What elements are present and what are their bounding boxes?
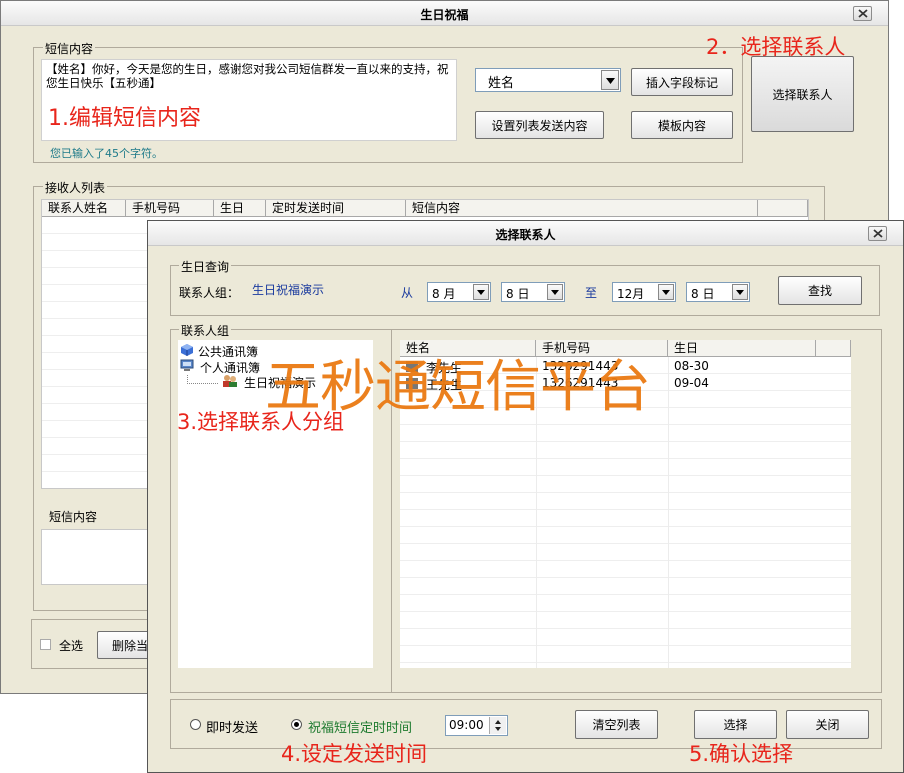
sms-text: 【姓名】你好，今天是您的生日，感谢您对我公司短信群发一直以来的支持，祝您生日快乐… — [46, 62, 449, 90]
select-button[interactable]: 选择 — [694, 710, 777, 739]
chevron-down-icon — [551, 290, 559, 295]
from-month-select[interactable]: 8 月 — [427, 282, 491, 302]
watermark-text: 五秒通短信平台 — [265, 355, 651, 420]
chevron-down-icon — [662, 290, 670, 295]
clear-list-button[interactable]: 清空列表 — [575, 710, 658, 739]
to-label: 至 — [585, 286, 598, 300]
from-month-value: 8 月 — [432, 287, 456, 301]
template-button[interactable]: 模板内容 — [631, 111, 733, 139]
to-day-select[interactable]: 8 日 — [686, 282, 750, 302]
bottom-sms-label: 短信内容 — [49, 510, 98, 524]
immediate-send-label: 即时发送 — [206, 721, 259, 736]
from-day-arrow[interactable] — [547, 284, 563, 300]
from-day-select[interactable]: 8 日 — [501, 282, 565, 302]
col-birthday[interactable]: 生日 — [668, 340, 816, 357]
select-all-checkbox[interactable] — [40, 639, 51, 650]
computer-icon — [180, 359, 194, 371]
cube-icon — [181, 344, 193, 356]
dialog-titlebar: 选择联系人 — [148, 221, 903, 246]
to-day-arrow[interactable] — [732, 284, 748, 300]
close-button[interactable]: 关闭 — [786, 710, 869, 739]
col-birthday[interactable]: 生日 — [214, 200, 266, 217]
birthday-query-legend: 生日查询 — [179, 258, 232, 275]
spin-up-down-icon — [495, 720, 501, 731]
col-schedule-time[interactable]: 定时发送时间 — [266, 200, 406, 217]
chevron-down-icon — [606, 78, 615, 84]
immediate-send-radio[interactable] — [190, 719, 201, 730]
main-window-title: 生日祝福 — [420, 8, 469, 22]
from-label: 从 — [401, 286, 414, 300]
spinner-arrows[interactable] — [489, 717, 506, 734]
contact-group-legend: 联系人组 — [179, 322, 232, 339]
to-month-arrow[interactable] — [658, 284, 674, 300]
insert-field-button[interactable]: 插入字段标记 — [631, 68, 733, 96]
main-titlebar: 生日祝福 — [1, 1, 888, 26]
col-filler — [758, 200, 808, 217]
col-sms-content[interactable]: 短信内容 — [406, 200, 758, 217]
tree-connector — [187, 375, 218, 384]
to-month-value: 12月 — [617, 287, 645, 301]
recipients-legend: 接收人列表 — [43, 179, 108, 196]
main-close-button[interactable] — [853, 6, 872, 21]
user-group-icon — [223, 375, 237, 387]
cell-birthday: 08-30 — [674, 359, 709, 373]
col-line-2 — [668, 357, 669, 668]
contact-group-field-label: 联系人组： — [179, 286, 240, 300]
scheduled-send-label: 祝福短信定时时间 — [308, 721, 413, 736]
field-select-arrow[interactable] — [601, 70, 619, 90]
chevron-down-icon — [477, 290, 485, 295]
col-phone[interactable]: 手机号码 — [126, 200, 214, 217]
from-month-arrow[interactable] — [473, 284, 489, 300]
close-icon — [873, 229, 883, 238]
annotation-select-contacts: 2．选择联系人 — [706, 35, 846, 59]
search-button[interactable]: 查找 — [778, 276, 862, 305]
field-select-value: 姓名 — [488, 76, 515, 91]
set-list-button[interactable]: 设置列表发送内容 — [475, 111, 604, 139]
scheduled-send-radio[interactable] — [291, 719, 302, 730]
time-value: 09:00 — [449, 718, 484, 732]
select-contacts-dialog: 选择联系人 生日查询 联系人组： 生日祝福演示 从 8 月 8 日 至 12月 … — [147, 220, 904, 773]
from-day-value: 8 日 — [506, 287, 530, 301]
to-day-value: 8 日 — [691, 287, 715, 301]
dialog-title: 选择联系人 — [495, 228, 556, 242]
tree-label-public: 公共通讯簿 — [198, 345, 259, 359]
annotation-confirm: 5.确认选择 — [689, 742, 794, 766]
time-spinner[interactable]: 09:00 — [445, 715, 508, 736]
dialog-close-button[interactable] — [868, 226, 887, 241]
sms-content-legend: 短信内容 — [43, 40, 96, 57]
bottom-sms-area[interactable] — [41, 529, 161, 585]
close-icon — [858, 9, 868, 18]
field-select[interactable]: 姓名 — [475, 68, 621, 92]
chevron-down-icon — [736, 290, 744, 295]
annotation-set-time: 4.设定发送时间 — [281, 742, 428, 766]
cell-birthday: 09-04 — [674, 376, 709, 390]
select-contacts-button[interactable]: 选择联系人 — [751, 56, 854, 132]
char-count-text: 您已输入了45个字符。 — [50, 147, 163, 160]
to-month-select[interactable]: 12月 — [612, 282, 676, 302]
contact-group-value: 生日祝福演示 — [252, 283, 325, 297]
select-all-label: 全选 — [59, 639, 84, 653]
col-contact-name[interactable]: 联系人姓名 — [42, 200, 126, 217]
annotation-edit-sms: 1.编辑短信内容 — [48, 106, 201, 131]
col-filler — [816, 340, 851, 357]
